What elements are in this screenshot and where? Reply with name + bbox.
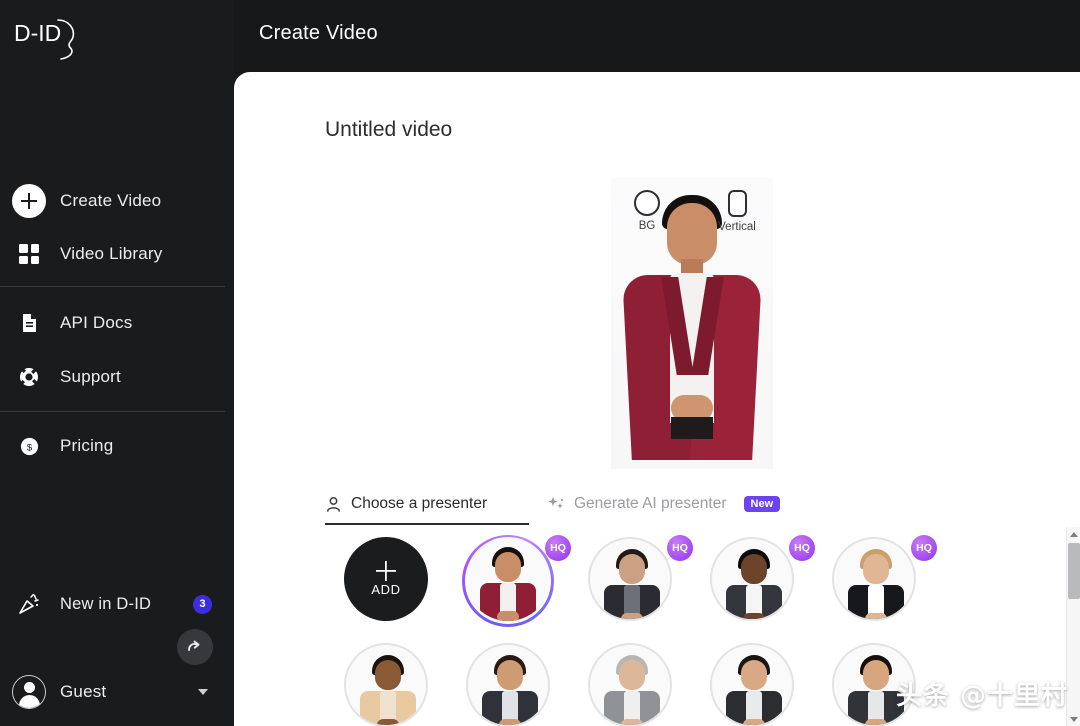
user-account-row[interactable]: Guest xyxy=(0,671,234,713)
presenter-preview: BG Vertical xyxy=(611,177,773,469)
add-presenter-label: ADD xyxy=(371,582,401,597)
tab-label: Choose a presenter xyxy=(351,495,488,512)
hq-badge: HQ xyxy=(789,535,815,561)
control-label: Vertical xyxy=(718,221,756,233)
presenter-thumbnail[interactable] xyxy=(344,643,428,726)
presenter-scrollbar[interactable] xyxy=(1066,527,1080,726)
presenter-thumbnail[interactable] xyxy=(710,537,794,621)
sidebar-divider-1 xyxy=(0,286,225,287)
sidebar-item-support[interactable]: Support xyxy=(0,357,234,397)
sidebar-item-label: API Docs xyxy=(60,313,133,332)
presenter-cell-add: ADD xyxy=(325,529,447,629)
sidebar-item-label: Video Library xyxy=(60,244,163,263)
presenter-thumbnail[interactable] xyxy=(832,537,916,621)
svg-text:D-ID: D-ID xyxy=(14,20,61,46)
presenter-thumbnail-image xyxy=(712,539,792,619)
document-icon xyxy=(12,306,46,340)
party-popper-icon xyxy=(12,587,46,621)
grid-icon xyxy=(12,237,46,271)
sparkles-icon xyxy=(548,497,564,509)
tab-label: Generate AI presenter xyxy=(574,495,727,512)
presenter-cell: HQ xyxy=(569,529,693,629)
presenter-cell: HQ xyxy=(813,529,937,629)
scroll-down-button[interactable] xyxy=(1067,712,1080,726)
presenter-cell: HQ xyxy=(447,529,571,629)
presenter-cell xyxy=(569,635,691,726)
main-panel: Untitled video BG Vertical Choose a pres… xyxy=(234,72,1080,726)
presenter-thumbnail-image xyxy=(468,645,548,725)
orientation-control[interactable]: Vertical xyxy=(708,190,766,250)
sidebar-item-api-docs[interactable]: API Docs xyxy=(0,303,234,343)
presenter-row: ADD HQ HQ HQ HQ xyxy=(325,529,1045,629)
chevron-down-icon xyxy=(1070,716,1078,722)
sidebar-item-label: Create Video xyxy=(60,191,162,210)
presenter-cell: HQ xyxy=(691,529,815,629)
sidebar-item-label: New in D-ID xyxy=(60,594,152,613)
avatar-icon xyxy=(12,675,46,709)
tab-choose-a-presenter[interactable]: Choose a presenter xyxy=(325,484,487,524)
person-icon xyxy=(327,496,340,512)
sidebar-item-video-library[interactable]: Video Library xyxy=(0,234,234,274)
user-name: Guest xyxy=(60,682,107,701)
sidebar: D-ID Create Video Video Library API Docs xyxy=(0,0,234,726)
rounded-rect-icon xyxy=(727,190,747,217)
active-tab-underline xyxy=(325,523,529,525)
svg-text:$: $ xyxy=(26,442,32,453)
d-id-logo-icon: D-ID xyxy=(14,19,75,60)
scroll-up-button[interactable] xyxy=(1067,527,1080,541)
presenter-thumbnail-image xyxy=(590,539,670,619)
sidebar-item-create-video[interactable]: Create Video xyxy=(0,181,234,221)
presenter-thumbnail[interactable] xyxy=(588,537,672,621)
presenter-thumbnail[interactable] xyxy=(466,643,550,726)
circle-outline-icon xyxy=(634,190,660,216)
hq-badge: HQ xyxy=(667,535,693,561)
sidebar-item-label: Pricing xyxy=(60,436,114,455)
add-presenter-button[interactable]: ADD xyxy=(344,537,428,621)
video-title[interactable]: Untitled video xyxy=(325,118,452,142)
presenter-thumbnail-image xyxy=(834,539,914,619)
presenter-thumbnail-image xyxy=(712,645,792,725)
lifebuoy-icon xyxy=(12,360,46,394)
presenter-thumbnail[interactable] xyxy=(466,537,550,621)
presenter-cell xyxy=(325,635,447,726)
watermark: 头条 @十里村 xyxy=(895,681,1068,711)
presenter-thumbnail-image xyxy=(466,537,550,621)
presenter-thumbnail[interactable] xyxy=(588,643,672,726)
chevron-up-icon xyxy=(1070,531,1078,537)
sidebar-divider-2 xyxy=(0,411,225,412)
chevron-down-icon[interactable] xyxy=(198,689,208,695)
hq-badge: HQ xyxy=(911,535,937,561)
plus-icon xyxy=(376,561,396,581)
presenter-cell xyxy=(447,635,569,726)
presenter-thumbnail-image xyxy=(590,645,670,725)
top-bar: Create Video xyxy=(234,0,1080,72)
new-feature-badge: New xyxy=(743,496,781,512)
redo-arrow-icon xyxy=(188,640,200,651)
dollar-coin-icon: $ xyxy=(12,429,46,463)
background-control[interactable]: BG xyxy=(618,190,676,250)
sidebar-item-pricing[interactable]: $ Pricing xyxy=(0,426,234,466)
collapse-toggle-button[interactable] xyxy=(177,629,213,665)
presenter-tabs: Choose a presenter Generate AI presenter… xyxy=(325,484,805,526)
control-label: BG xyxy=(638,220,656,232)
page-title: Create Video xyxy=(259,22,378,44)
plus-circle-icon xyxy=(12,184,46,218)
sidebar-item-new-in-d-id[interactable]: New in D-ID 3 xyxy=(0,584,234,624)
d-id-logo[interactable]: D-ID xyxy=(12,14,82,64)
presenter-thumbnail-image xyxy=(346,645,426,725)
new-items-badge: 3 xyxy=(193,594,212,614)
presenter-cell xyxy=(691,635,813,726)
hq-badge: HQ xyxy=(545,535,571,561)
scrollbar-thumb[interactable] xyxy=(1068,543,1080,599)
presenter-thumbnail[interactable] xyxy=(710,643,794,726)
tab-generate-ai-presenter[interactable]: Generate AI presenter New xyxy=(547,484,781,524)
sidebar-item-label: Support xyxy=(60,367,121,386)
